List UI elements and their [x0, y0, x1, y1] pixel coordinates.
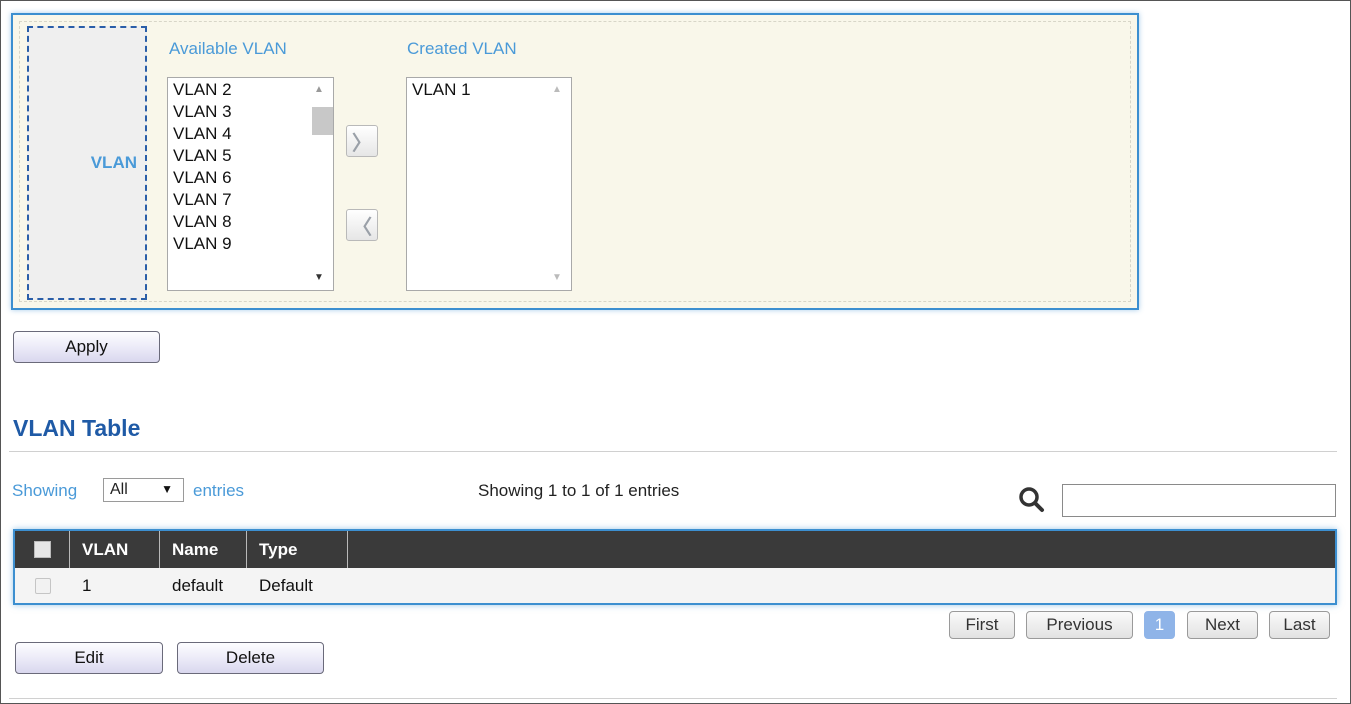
vlan-label-cell: VLAN	[27, 26, 147, 300]
row-checkbox-cell[interactable]	[15, 577, 70, 594]
section-divider	[9, 451, 1337, 452]
scroll-down-icon[interactable]: ▼	[306, 269, 332, 285]
section-title: VLAN Table	[13, 415, 141, 441]
edit-button[interactable]: Edit	[15, 642, 163, 674]
table-header: VLAN Name Type	[15, 531, 1335, 568]
scroll-up-icon[interactable]: ▲	[306, 81, 332, 97]
select-all-checkbox[interactable]	[33, 541, 51, 558]
list-option[interactable]: VLAN 7	[169, 189, 232, 211]
chevron-left-icon: 〈	[352, 216, 372, 239]
entries-per-page-select[interactable]: All ▼	[103, 478, 184, 502]
list-option[interactable]: VLAN 4	[169, 123, 232, 145]
header-select-all[interactable]	[15, 531, 70, 568]
cell-type: Default	[259, 575, 313, 595]
created-vlan-items: VLAN 1	[408, 79, 471, 101]
list-option[interactable]: VLAN 2	[169, 79, 232, 101]
entries-select-value: All	[110, 481, 128, 498]
entries-label: entries	[193, 481, 245, 500]
vlan-selection-panel: VLAN Available VLAN Created VLAN VLAN 2 …	[11, 13, 1139, 310]
table-row[interactable]: 1 default Default	[15, 568, 1335, 603]
cell-vlan: 1	[82, 575, 92, 595]
pager-first-button[interactable]: First	[949, 611, 1015, 639]
list-option[interactable]: VLAN 8	[169, 211, 232, 233]
table-info: Showing 1 to 1 of 1 entries	[478, 481, 680, 500]
list-option[interactable]: VLAN 1	[408, 79, 471, 101]
apply-button[interactable]: Apply	[13, 331, 160, 363]
pager-last-button[interactable]: Last	[1269, 611, 1330, 639]
pager-previous-button[interactable]: Previous	[1026, 611, 1133, 639]
vlan-label: VLAN	[90, 153, 137, 172]
pager-next-button[interactable]: Next	[1187, 611, 1258, 639]
showing-label: Showing	[12, 481, 78, 500]
scroll-up-icon[interactable]: ▲	[544, 81, 570, 97]
remove-vlan-button[interactable]: 〈	[346, 209, 378, 241]
created-vlan-title: Created VLAN	[407, 39, 517, 58]
created-vlan-list[interactable]: VLAN 1 ▲ ▼	[406, 77, 572, 291]
list-option[interactable]: VLAN 5	[169, 145, 232, 167]
available-vlan-list[interactable]: VLAN 2 VLAN 3 VLAN 4 VLAN 5 VLAN 6 VLAN …	[167, 77, 334, 291]
column-header-type[interactable]: Type	[247, 531, 348, 568]
search-input[interactable]	[1062, 484, 1336, 517]
row-checkbox[interactable]	[34, 577, 51, 594]
pager-page-1[interactable]: 1	[1144, 611, 1175, 639]
search-icon	[1019, 487, 1044, 512]
scroll-thumb[interactable]	[312, 107, 333, 135]
bottom-divider	[9, 698, 1337, 699]
page-frame: VLAN Available VLAN Created VLAN VLAN 2 …	[0, 0, 1351, 704]
available-vlan-title: Available VLAN	[169, 39, 287, 58]
column-header-name[interactable]: Name	[160, 531, 247, 568]
vlan-table: VLAN Name Type 1 default Default	[13, 529, 1337, 605]
column-header-vlan[interactable]: VLAN	[70, 531, 160, 568]
list-option[interactable]: VLAN 6	[169, 167, 232, 189]
list-option[interactable]: VLAN 9	[169, 233, 232, 255]
created-list-scrollbar[interactable]: ▲ ▼	[544, 79, 570, 289]
cell-name: default	[172, 575, 224, 595]
available-list-scrollbar[interactable]: ▲ ▼	[306, 79, 333, 289]
dropdown-caret-icon: ▼	[161, 482, 173, 496]
list-option[interactable]: VLAN 3	[169, 101, 232, 123]
chevron-right-icon: 〉	[352, 132, 372, 155]
scroll-down-icon[interactable]: ▼	[544, 269, 570, 285]
delete-button[interactable]: Delete	[177, 642, 324, 674]
available-vlan-items: VLAN 2 VLAN 3 VLAN 4 VLAN 5 VLAN 6 VLAN …	[169, 79, 232, 255]
add-vlan-button[interactable]: 〉	[346, 125, 378, 157]
